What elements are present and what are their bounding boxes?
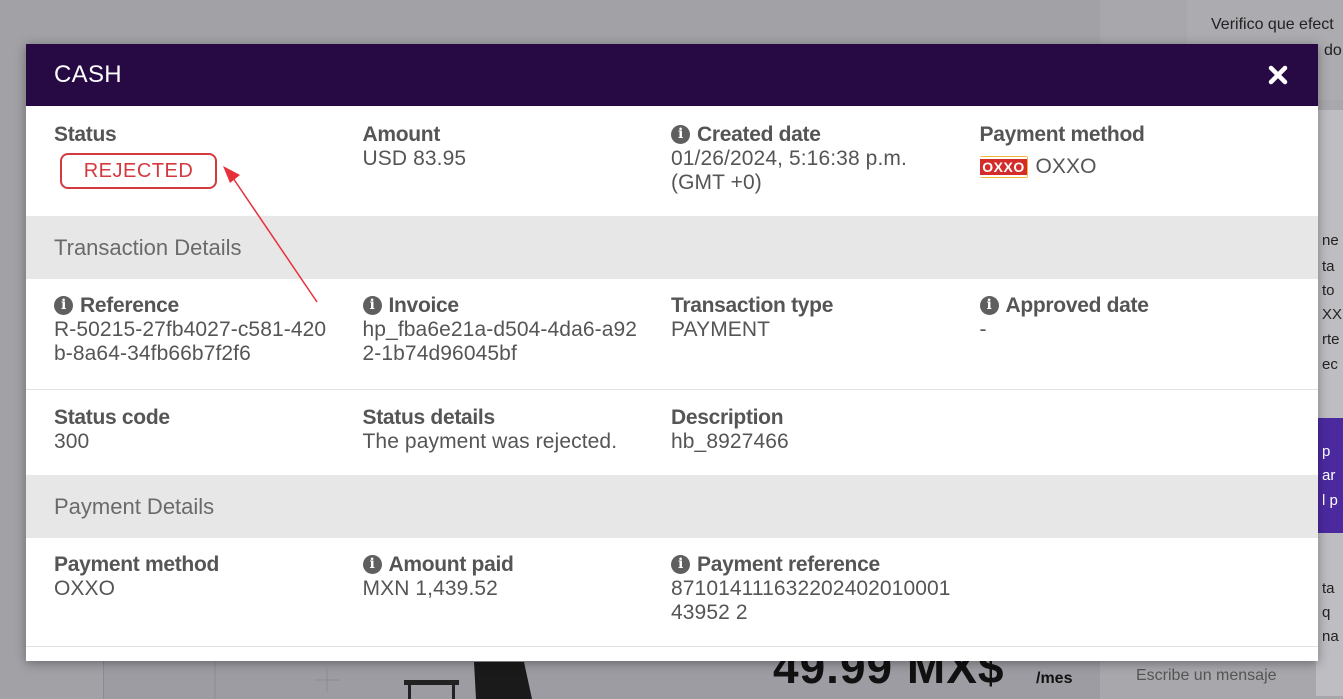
info-icon[interactable]: i (671, 555, 690, 574)
amount-cell: Amount USD 83.95 (363, 122, 672, 216)
invoice-cell: i Invoice hp_fba6e21a-d504-4da6-a922-1b7… (362, 293, 672, 389)
approved-date-label-text: Approved date (1005, 294, 1149, 317)
info-icon[interactable]: i (671, 125, 690, 144)
background-per-month: /mes (1036, 670, 1073, 687)
approved-date-cell: i Approved date - (979, 293, 1289, 389)
background-strip-text: to (1322, 282, 1335, 299)
status-code-cell: Status code 300 (54, 405, 363, 475)
status-details-label: Status details (362, 406, 496, 429)
amount-paid-label: i Amount paid (362, 552, 662, 577)
close-icon (1268, 65, 1288, 85)
created-date-value: 01/26/2024, 5:16:38 p.m. (GMT +0) (671, 147, 907, 194)
payment-method-label-2: Payment method (54, 553, 219, 576)
modal-header: CASH (26, 44, 1318, 106)
background-strip-text: l p (1322, 492, 1338, 509)
payment-details-heading: Payment Details (26, 475, 1318, 538)
background-illustration-lines (214, 660, 340, 699)
background-chair-illustration (404, 662, 532, 699)
modal-title: CASH (54, 61, 122, 88)
chat-message-input[interactable]: Escribe un mensaje (1136, 667, 1277, 685)
payment-reference-label-text: Payment reference (697, 553, 880, 576)
oxxo-logo-text: OXXO (980, 157, 1027, 177)
background-chat-message-2: do (1324, 42, 1342, 59)
reference-label-text: Reference (80, 294, 179, 317)
reference-value: R-50215-27fb4027-c581-420b-8a64-34fb66b7… (54, 318, 327, 365)
payment-reference-cell: i Payment reference 87101411163220240201… (671, 552, 980, 646)
payment-row: Payment method OXXO i Amount paid MXN 1,… (26, 538, 1318, 646)
payment-method-cell-2: Payment method OXXO (54, 552, 363, 646)
row-divider (26, 646, 1318, 647)
close-button[interactable] (1266, 63, 1290, 87)
transaction-type-cell: Transaction type PAYMENT (671, 293, 980, 389)
background-strip-text: q (1322, 604, 1331, 621)
status-label: Status (54, 123, 117, 146)
description-value: hb_8927466 (671, 430, 789, 453)
background-strip-text: ta (1322, 580, 1335, 597)
payment-method-cell: Payment method OXXO OXXO (979, 122, 1289, 216)
info-icon[interactable]: i (979, 296, 999, 315)
payment-method-value-2: OXXO (54, 577, 116, 600)
description-label: Description (671, 406, 784, 429)
invoice-label-text: Invoice (388, 294, 460, 317)
status-badge: REJECTED (60, 153, 217, 189)
background-strip-text: ar (1322, 467, 1336, 484)
info-icon[interactable]: i (362, 555, 382, 574)
created-date-cell: i Created date 01/26/2024, 5:16:38 p.m. … (671, 122, 980, 216)
approved-date-label: i Approved date (979, 293, 1279, 318)
info-icon[interactable]: i (54, 296, 73, 315)
created-date-label-text: Created date (697, 123, 821, 146)
status-details-cell: Status details The payment was rejected. (363, 405, 672, 475)
background-strip-text: na (1322, 628, 1339, 645)
invoice-value: hp_fba6e21a-d504-4da6-a922-1b74d96045bf (362, 318, 638, 365)
transaction-details-heading: Transaction Details (26, 216, 1318, 279)
background-chat-message: Verifico que efect (1211, 16, 1334, 33)
amount-label: Amount (362, 123, 441, 146)
payment-reference-value: 87101411163220240201000143952 2 (671, 577, 951, 624)
background-strip-text: ne (1322, 232, 1339, 249)
amount-value: USD 83.95 (362, 147, 467, 170)
status-details-value: The payment was rejected. (362, 430, 618, 453)
background-strip-text: p (1322, 443, 1331, 460)
background-strip-text: XX (1322, 306, 1343, 323)
payment-reference-label: i Payment reference (671, 552, 970, 577)
background-strip-text: ec (1322, 356, 1338, 373)
summary-row: Status REJECTED Amount USD 83.95 i Creat… (26, 106, 1318, 216)
transaction-type-value: PAYMENT (671, 318, 771, 341)
reference-cell: i Reference R-50215-27fb4027-c581-420b-8… (54, 293, 363, 389)
transaction-row-1: i Reference R-50215-27fb4027-c581-420b-8… (26, 279, 1318, 389)
info-icon[interactable]: i (362, 296, 382, 315)
transaction-row-2: Status code 300 Status details The payme… (26, 390, 1318, 475)
reference-label: i Reference (54, 293, 353, 318)
transaction-type-label: Transaction type (671, 294, 834, 317)
status-cell: Status REJECTED (54, 122, 363, 216)
background-strip-text: ta (1322, 258, 1335, 275)
payment-method-label: Payment method (979, 123, 1145, 146)
invoice-label: i Invoice (362, 293, 662, 318)
background-strip-text: rte (1322, 331, 1340, 348)
payment-method-value: OXXO (1035, 155, 1097, 178)
amount-paid-label-text: Amount paid (388, 553, 514, 576)
status-code-value: 300 (54, 430, 90, 453)
description-cell: Description hb_8927466 (671, 405, 980, 475)
created-date-label: i Created date (671, 122, 970, 147)
approved-date-value: - (979, 318, 987, 341)
transaction-modal: CASH Status REJECTED Amount USD 83.95 i … (26, 44, 1318, 661)
amount-paid-cell: i Amount paid MXN 1,439.52 (362, 552, 672, 646)
payment-method-row: OXXO OXXO (979, 155, 1279, 179)
amount-paid-value: MXN 1,439.52 (362, 577, 498, 600)
status-code-label: Status code (54, 406, 170, 429)
oxxo-logo: OXXO (979, 156, 1028, 178)
